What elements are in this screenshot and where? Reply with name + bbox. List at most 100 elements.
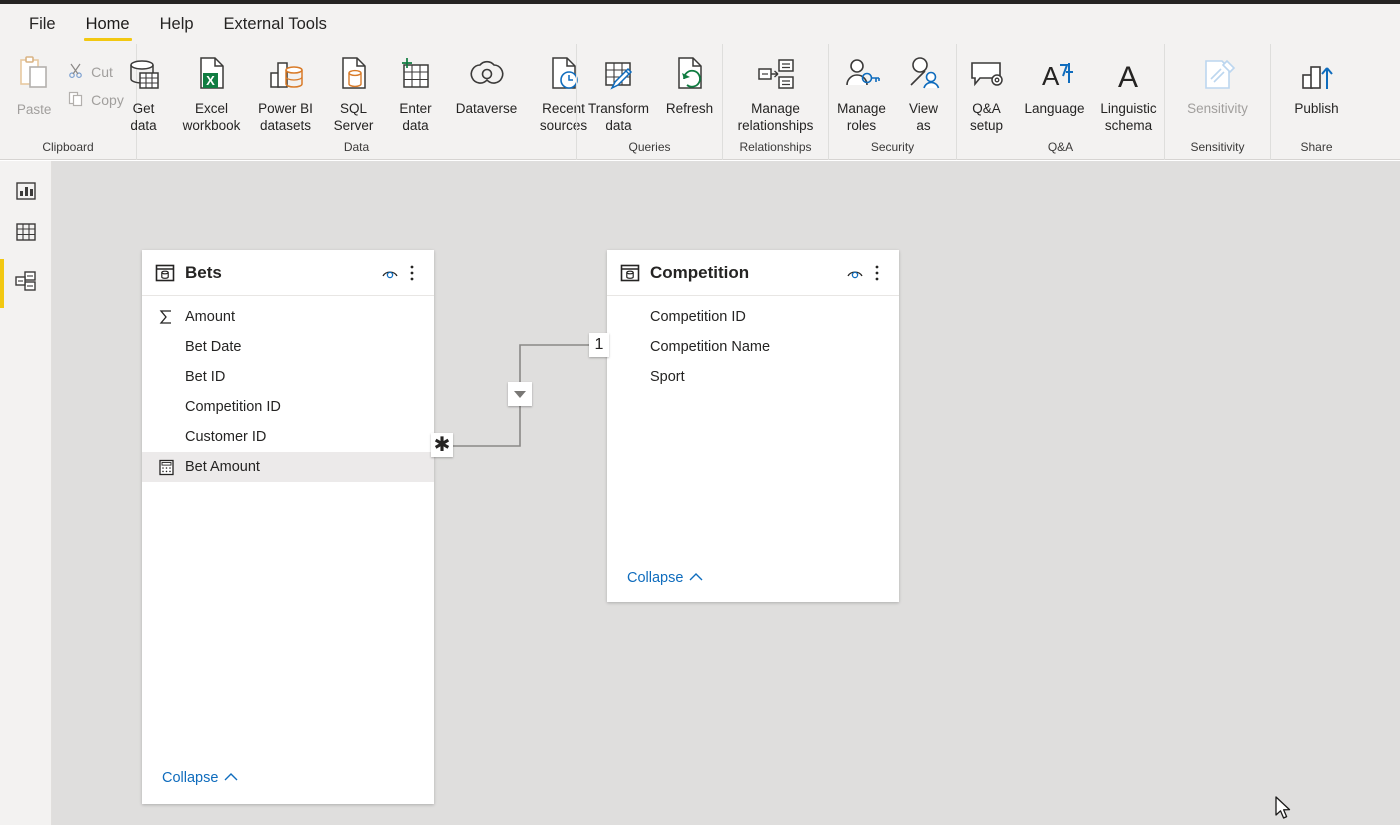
tab-help[interactable]: Help [145,4,209,44]
table-card-competition[interactable]: Competition Competition ID Competition N… [607,250,899,602]
table-icon [155,263,175,283]
paste-button[interactable]: Paste [6,48,62,117]
transform-data-label: Transform data [587,101,649,133]
enter-data-button[interactable]: Enter data [385,48,447,140]
table-card-bets[interactable]: Bets Amount Bet Date Bet ID Competition … [142,250,434,804]
field-label: Competition ID [185,399,281,415]
language-icon: A [1034,54,1076,98]
field-row[interactable]: Sport [607,362,899,392]
language-label: Language [1024,101,1085,116]
view-as-label: View as [908,101,939,133]
qanda-setup-label: Q&A setup [969,101,1004,133]
power-bi-model-view: File Home Help External Tools Paste Cut … [0,0,1400,825]
table-card-competition-title: Competition [650,262,750,282]
more-options-icon[interactable] [866,262,888,284]
sql-server-icon [334,54,374,98]
power-bi-datasets-label: Power BI datasets [258,101,313,133]
scissors-icon [68,63,84,82]
power-bi-datasets-icon [265,54,307,98]
group-label-qanda: Q&A [1047,140,1074,154]
group-label-data: Data [343,140,370,154]
field-row[interactable]: Competition ID [607,302,899,332]
dataverse-icon [466,54,508,98]
collapse-link-competition[interactable]: Collapse [607,570,703,586]
manage-roles-icon [841,54,883,98]
publish-button[interactable]: Publish [1280,48,1354,140]
cardinality-many-label: ✱ [433,434,451,456]
table-card-bets-title: Bets [185,262,222,282]
svg-text:A: A [1118,61,1138,94]
cardinality-one-badge[interactable]: 1 [589,333,609,357]
filter-direction-down-icon[interactable] [508,382,532,406]
group-label-clipboard: Clipboard [42,140,94,154]
tab-home[interactable]: Home [71,4,145,44]
field-row[interactable]: Customer ID [142,422,434,452]
group-label-relationships: Relationships [739,140,812,154]
cardinality-many-badge[interactable]: ✱ [431,433,453,457]
manage-relationships-button[interactable]: Manage relationships [731,48,821,140]
sensitivity-icon [1197,54,1239,98]
excel-workbook-label: Excel workbook [182,101,241,133]
table-card-bets-header[interactable]: Bets [142,250,434,296]
ribbon-group-queries: Transform data Refresh Queries [576,44,722,160]
measure-calculator-icon [155,459,177,476]
qanda-setup-button[interactable]: Q&A setup [956,48,1018,140]
model-relationships-icon [14,270,38,297]
table-card-competition-header[interactable]: Competition [607,250,899,296]
manage-roles-label: Manage roles [837,101,886,133]
ribbon-group-sensitivity: Sensitivity Sensitivity [1164,44,1270,160]
sensitivity-button[interactable]: Sensitivity [1178,48,1258,140]
sidebar-item-model-view[interactable] [0,259,52,308]
tab-file-label: File [29,14,56,33]
ribbon-tab-strip: File Home Help External Tools [0,4,1400,44]
ribbon-group-relationships: Manage relationships Relationships [722,44,828,160]
transform-data-button[interactable]: Transform data [579,48,659,140]
table-icon [620,263,640,283]
excel-workbook-button[interactable]: X Excel workbook [175,48,249,140]
tab-external-tools[interactable]: External Tools [209,4,342,44]
excel-workbook-icon: X [192,54,232,98]
ribbon-group-share: Publish Share [1270,44,1362,160]
field-label: Bet ID [185,369,226,385]
manage-relationships-icon [754,54,798,98]
field-row-selected[interactable]: Bet Amount [142,452,434,482]
field-row[interactable]: Amount [142,302,434,332]
sql-server-button[interactable]: SQL Server [323,48,385,140]
manage-roles-button[interactable]: Manage roles [831,48,893,140]
linguistic-schema-button[interactable]: A Linguistic schema [1092,48,1166,140]
collapse-link-bets[interactable]: Collapse [142,770,238,786]
field-row[interactable]: Competition ID [142,392,434,422]
hide-eye-icon[interactable] [844,262,866,284]
language-button[interactable]: A Language [1018,48,1092,140]
hide-eye-icon[interactable] [379,262,401,284]
get-data-label: Get data [130,101,157,133]
publish-icon [1296,54,1338,98]
manage-relationships-label: Manage relationships [737,101,814,133]
refresh-button[interactable]: Refresh [659,48,721,140]
view-as-button[interactable]: View as [893,48,955,140]
table-card-competition-fields: Competition ID Competition Name Sport [607,296,899,392]
dataverse-button[interactable]: Dataverse [447,48,527,140]
sql-server-label: SQL Server [333,101,374,133]
linguistic-schema-icon: A [1108,54,1150,98]
group-label-share: Share [1300,140,1333,154]
group-label-queries: Queries [628,140,671,154]
power-bi-datasets-button[interactable]: Power BI datasets [249,48,323,140]
field-row[interactable]: Competition Name [607,332,899,362]
model-canvas[interactable]: Bets Amount Bet Date Bet ID Competition … [52,161,1400,825]
table-icon [15,221,37,248]
field-row[interactable]: Bet Date [142,332,434,362]
ribbon-groups: Paste Cut Copy Clipboard Get data X Exce… [0,44,1400,160]
sidebar-item-data-view[interactable] [0,210,52,259]
tab-help-label: Help [159,14,194,33]
field-row[interactable]: Bet ID [142,362,434,392]
get-data-button[interactable]: Get data [113,48,175,140]
collapse-label: Collapse [627,570,684,586]
sensitivity-label: Sensitivity [1187,101,1248,116]
dataverse-label: Dataverse [455,101,518,116]
qanda-setup-icon [966,54,1008,98]
tab-file[interactable]: File [14,4,71,44]
view-as-icon [903,54,945,98]
enter-data-label: Enter data [399,101,432,133]
more-options-icon[interactable] [401,262,423,284]
